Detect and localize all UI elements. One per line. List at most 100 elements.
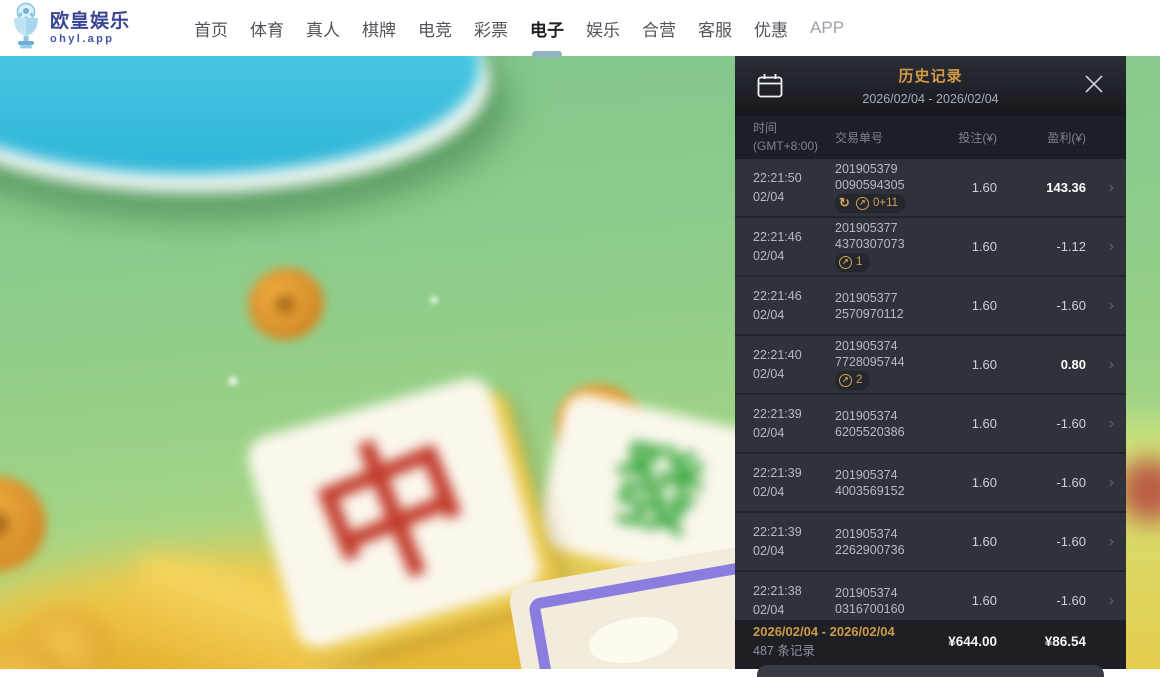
brand-domain: ohyl.app	[50, 34, 130, 45]
history-summary-footer: 2026/02/04 - 2026/02/04 487 条记录 ¥644.00 …	[735, 620, 1126, 663]
panel-bottom-edge	[735, 663, 1126, 669]
nav-item-娱乐[interactable]: 娱乐	[586, 0, 620, 56]
history-panel: 历史记录 2026/02/04 - 2026/02/04 时间 (GMT+8:0…	[735, 56, 1126, 669]
trophy-logo-icon	[8, 2, 44, 55]
row-order-number-line1: 201905374	[835, 526, 937, 542]
row-time: 22:21:38	[753, 582, 835, 600]
column-time-label: 时间	[753, 120, 835, 137]
nav-menu: 首页 体育 真人 棋牌 电竞 彩票 电子 娱乐 合营 客服 优惠 APP	[194, 0, 844, 56]
nav-item-优惠[interactable]: 优惠	[754, 0, 788, 56]
row-bet-amount: 1.60	[937, 475, 997, 490]
row-bet-amount: 1.60	[937, 180, 997, 195]
column-timezone-label: (GMT+8:00)	[753, 138, 835, 155]
row-profit-amount: -1.12	[997, 239, 1086, 254]
row-profit-amount: -1.60	[997, 475, 1086, 490]
nav-item-电子[interactable]: 电子	[530, 0, 564, 56]
chevron-right-icon[interactable]	[1086, 298, 1114, 314]
history-row[interactable]: 22:21:40 02/04 201905374 7728095744 2 1.…	[735, 336, 1126, 393]
column-order-label: 交易单号	[835, 129, 937, 146]
row-order-number-line2: 4370307073	[835, 236, 937, 252]
brand-logo[interactable]: 欧皇娱乐 ohyl.app	[8, 2, 130, 55]
nav-item-棋牌[interactable]: 棋牌	[362, 0, 396, 56]
nav-item-彩票[interactable]: 彩票	[474, 0, 508, 56]
nav-item-APP[interactable]: APP	[810, 0, 844, 56]
row-profit-amount: 143.36	[997, 180, 1086, 195]
row-order-number-line2: 6205520386	[835, 424, 937, 440]
badge-count: 0+11	[873, 196, 898, 211]
nav-item-真人[interactable]: 真人	[306, 0, 340, 56]
history-row[interactable]: 22:21:39 02/04 201905374 2262900736 1.60…	[735, 513, 1126, 570]
nav-item-首页[interactable]: 首页	[194, 0, 228, 56]
chevron-right-icon[interactable]	[1086, 475, 1114, 491]
history-row[interactable]: 22:21:39 02/04 201905374 4003569152 1.60…	[735, 454, 1126, 511]
history-row[interactable]: 22:21:46 02/04 201905377 2570970112 1.60…	[735, 277, 1126, 334]
column-bet-label: 投注(¥)	[937, 129, 997, 146]
row-date: 02/04	[753, 483, 835, 501]
chevron-right-icon[interactable]	[1086, 416, 1114, 432]
row-time: 22:21:39	[753, 464, 835, 482]
row-date: 02/04	[753, 542, 835, 560]
history-rows: 22:21:50 02/04 201905379 0090594305 0+11…	[735, 159, 1126, 620]
history-row[interactable]: 22:21:50 02/04 201905379 0090594305 0+11…	[735, 159, 1126, 216]
chevron-right-icon[interactable]	[1086, 239, 1114, 255]
row-order-number-line1: 201905374	[835, 467, 937, 483]
row-date: 02/04	[753, 188, 835, 206]
row-bet-amount: 1.60	[937, 357, 997, 372]
row-bet-amount: 1.60	[937, 239, 997, 254]
chevron-right-icon[interactable]	[1086, 593, 1114, 609]
chevron-right-icon[interactable]	[1086, 534, 1114, 550]
row-feature-badges: 1	[835, 253, 870, 272]
row-date: 02/04	[753, 365, 835, 383]
panel-title: 历史记录	[735, 65, 1126, 86]
column-profit-label: 盈利(¥)	[997, 129, 1086, 146]
nav-item-客服[interactable]: 客服	[698, 0, 732, 56]
row-order-number-line2: 7728095744	[835, 354, 937, 370]
badge-count: 2	[856, 373, 862, 388]
history-row[interactable]: 22:21:46 02/04 201905377 4370307073 1 1.…	[735, 218, 1126, 275]
row-time: 22:21:40	[753, 346, 835, 364]
brand-name: 欧皇娱乐	[50, 12, 130, 31]
row-order-number-line1: 201905379	[835, 161, 937, 177]
close-icon[interactable]	[1082, 72, 1106, 96]
row-time: 22:21:39	[753, 405, 835, 423]
row-order-number-line1: 201905377	[835, 290, 937, 306]
row-profit-amount: 0.80	[997, 357, 1086, 372]
bonus-icon	[856, 197, 869, 210]
row-order-number-line2: 0090594305	[835, 177, 937, 193]
panel-date-range: 2026/02/04 - 2026/02/04	[735, 92, 1126, 106]
row-order-number-line2: 4003569152	[835, 483, 937, 499]
chevron-right-icon[interactable]	[1086, 357, 1114, 373]
top-navigation-bar: 欧皇娱乐 ohyl.app 首页 体育 真人 棋牌 电竞 彩票 电子 娱乐 合营…	[0, 0, 1160, 56]
row-time: 22:21:50	[753, 169, 835, 187]
badge-count: 1	[856, 255, 862, 270]
row-order-number-line2: 0316700160	[835, 601, 937, 617]
row-profit-amount: -1.60	[997, 593, 1086, 608]
row-date: 02/04	[753, 306, 835, 324]
nav-item-体育[interactable]: 体育	[250, 0, 284, 56]
gold-coin-shape	[240, 260, 331, 348]
row-profit-amount: -1.60	[997, 416, 1086, 431]
green-tile-glyph: 發	[602, 436, 712, 546]
row-time: 22:21:46	[753, 287, 835, 305]
row-bet-amount: 1.60	[937, 298, 997, 313]
row-bet-amount: 1.60	[937, 593, 997, 608]
nav-item-合营[interactable]: 合营	[642, 0, 676, 56]
history-panel-header: 历史记录 2026/02/04 - 2026/02/04	[735, 56, 1126, 116]
chevron-right-icon[interactable]	[1086, 180, 1114, 196]
row-feature-badges: 2	[835, 371, 870, 390]
row-profit-amount: -1.60	[997, 298, 1086, 313]
bonus-icon	[839, 256, 852, 269]
row-order-number-line1: 201905374	[835, 338, 937, 354]
red-tile-glyph: 中	[296, 415, 491, 610]
gold-coin-shape	[0, 476, 46, 572]
history-row[interactable]: 22:21:39 02/04 201905374 6205520386 1.60…	[735, 395, 1126, 452]
sparkle-dot	[430, 296, 438, 304]
history-table-header: 时间 (GMT+8:00) 交易单号 投注(¥) 盈利(¥)	[735, 116, 1126, 159]
bottom-button-partial[interactable]	[757, 665, 1104, 677]
nav-item-电竞[interactable]: 电竞	[418, 0, 452, 56]
history-row[interactable]: 22:21:38 02/04 201905374 0316700160 1.60…	[735, 572, 1126, 620]
summary-date-range: 2026/02/04 - 2026/02/04	[753, 623, 937, 641]
active-tab-indicator	[532, 51, 562, 58]
summary-record-count: 487 条记录	[753, 643, 937, 661]
row-order-number-line1: 201905374	[835, 585, 937, 601]
